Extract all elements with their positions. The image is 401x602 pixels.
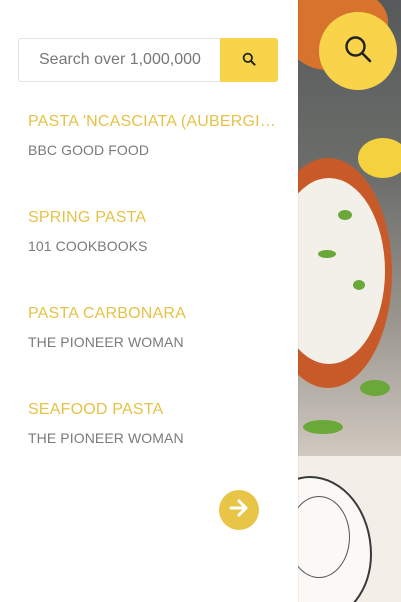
floating-search-button[interactable] [319,12,397,90]
search-input[interactable] [18,38,220,82]
result-item[interactable]: SPRING PASTA 101 COOKBOOKS [28,206,278,302]
search-button[interactable] [220,38,278,82]
result-source: THE PIONEER WOMAN [28,334,184,350]
search-bar [18,38,278,82]
next-page-button[interactable] [219,490,259,530]
result-title[interactable]: PASTA CARBONARA [28,302,278,326]
result-item[interactable]: PASTA CARBONARA THE PIONEER WOMAN [28,302,278,398]
result-source: BBC GOOD FOOD [28,142,150,158]
arrow-right-icon [227,496,251,525]
result-item[interactable]: SEAFOOD PASTA THE PIONEER WOMAN [28,398,278,494]
search-icon [343,34,373,69]
result-title[interactable]: PASTA 'NCASCIATA (AUBERGINE BAKED PASTA) [28,110,278,134]
result-source: 101 COOKBOOKS [28,238,148,254]
search-panel: PASTA 'NCASCIATA (AUBERGINE BAKED PASTA)… [0,0,298,602]
illustration-background [298,456,401,602]
result-title[interactable]: SEAFOOD PASTA [28,398,278,422]
result-item[interactable]: PASTA 'NCASCIATA (AUBERGINE BAKED PASTA)… [28,110,278,206]
search-icon [242,52,256,69]
result-title[interactable]: SPRING PASTA [28,206,278,230]
results-list: PASTA 'NCASCIATA (AUBERGINE BAKED PASTA)… [28,110,278,494]
result-source: THE PIONEER WOMAN [28,430,184,446]
